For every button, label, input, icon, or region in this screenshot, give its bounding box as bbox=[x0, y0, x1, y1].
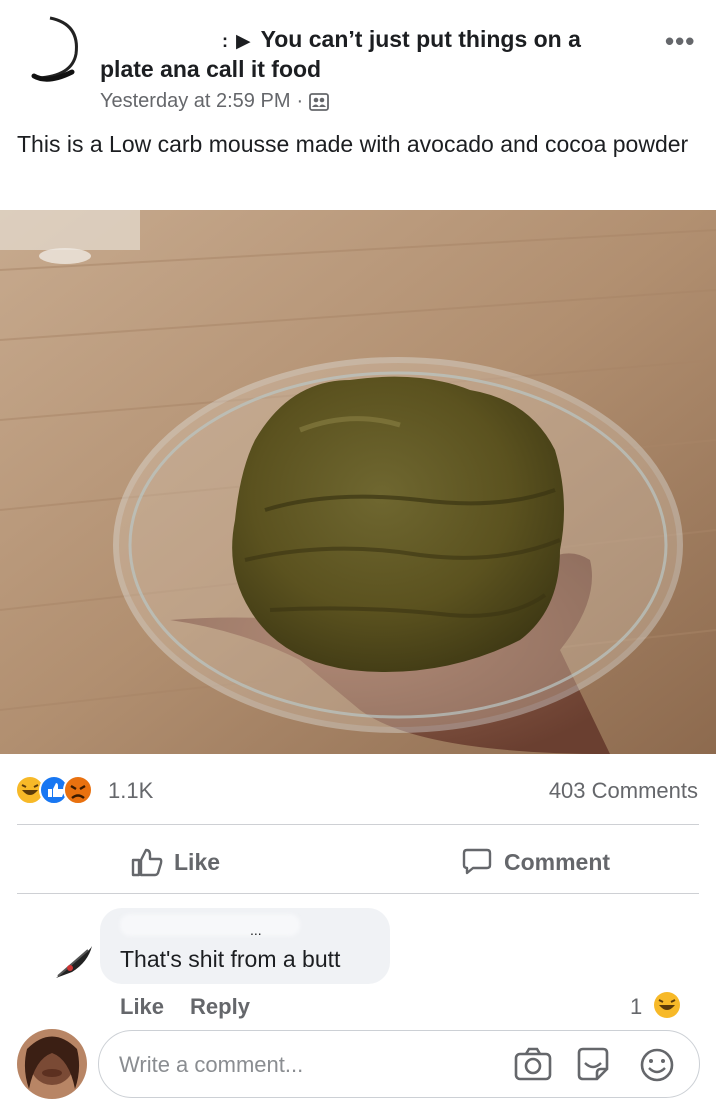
comments-count[interactable]: 403 Comments bbox=[549, 778, 698, 804]
meta-separator: · bbox=[296, 90, 304, 112]
divider-bottom bbox=[17, 893, 699, 894]
post-header: : ▶ You can’t just put things on a plate a… bbox=[0, 0, 716, 120]
more-options-icon[interactable]: ••• bbox=[665, 26, 695, 57]
play-arrow-icon: ▶ bbox=[236, 31, 251, 52]
commenter-name-suffix: ... bbox=[250, 922, 262, 938]
comment-button[interactable]: Comment bbox=[460, 842, 610, 882]
comment-actions: Like Reply bbox=[120, 994, 250, 1020]
comment-bubble[interactable]: ... That's shit from a butt bbox=[100, 908, 390, 984]
post-meta: Yesterday at 2:59 PM · bbox=[100, 90, 330, 113]
group-name-text: You can’t just put things on a bbox=[260, 26, 581, 52]
comment-like-button[interactable]: Like bbox=[120, 994, 164, 1020]
post-timestamp[interactable]: Yesterday at 2:59 PM bbox=[100, 90, 291, 113]
current-user-avatar[interactable] bbox=[17, 1029, 87, 1099]
comment-label: Comment bbox=[504, 848, 611, 875]
commenter-avatar[interactable] bbox=[52, 942, 96, 982]
thumbs-up-icon bbox=[131, 848, 163, 877]
comment-text: That's shit from a butt bbox=[120, 946, 341, 972]
comment-reply-button[interactable]: Reply bbox=[190, 994, 250, 1020]
sticker-icon[interactable] bbox=[573, 1045, 613, 1085]
emoji-icon[interactable] bbox=[637, 1045, 677, 1085]
commenter-name-redacted bbox=[120, 914, 300, 936]
like-button[interactable]: Like bbox=[130, 842, 220, 882]
like-label: Like bbox=[174, 848, 221, 875]
divider-top bbox=[17, 824, 699, 825]
comment-reaction-count[interactable]: 1 bbox=[630, 994, 642, 1020]
comment-input[interactable]: Write a comment... bbox=[98, 1030, 700, 1098]
group-audience-icon bbox=[309, 92, 330, 111]
profile-avatar[interactable] bbox=[28, 14, 84, 86]
comment-bubble-icon bbox=[462, 848, 492, 875]
reactions-summary-icon[interactable] bbox=[14, 774, 104, 806]
reaction-count[interactable]: 1.1K bbox=[108, 778, 153, 804]
group-prefix: : bbox=[222, 31, 228, 51]
group-name-line1[interactable]: : ▶ You can’t just put things on a bbox=[222, 26, 581, 53]
post-body-text: This is a Low carb mousse made with avoc… bbox=[17, 131, 689, 157]
haha-icon[interactable] bbox=[652, 990, 682, 1020]
comment-input-placeholder: Write a comment... bbox=[119, 1052, 304, 1077]
camera-icon[interactable] bbox=[513, 1045, 553, 1085]
group-name-line2[interactable]: plate ana call it food bbox=[100, 56, 321, 83]
post-stats: 1.1K 403 Comments bbox=[0, 770, 716, 810]
post-photo[interactable] bbox=[0, 210, 716, 754]
mousse-bowl-image bbox=[0, 210, 716, 754]
